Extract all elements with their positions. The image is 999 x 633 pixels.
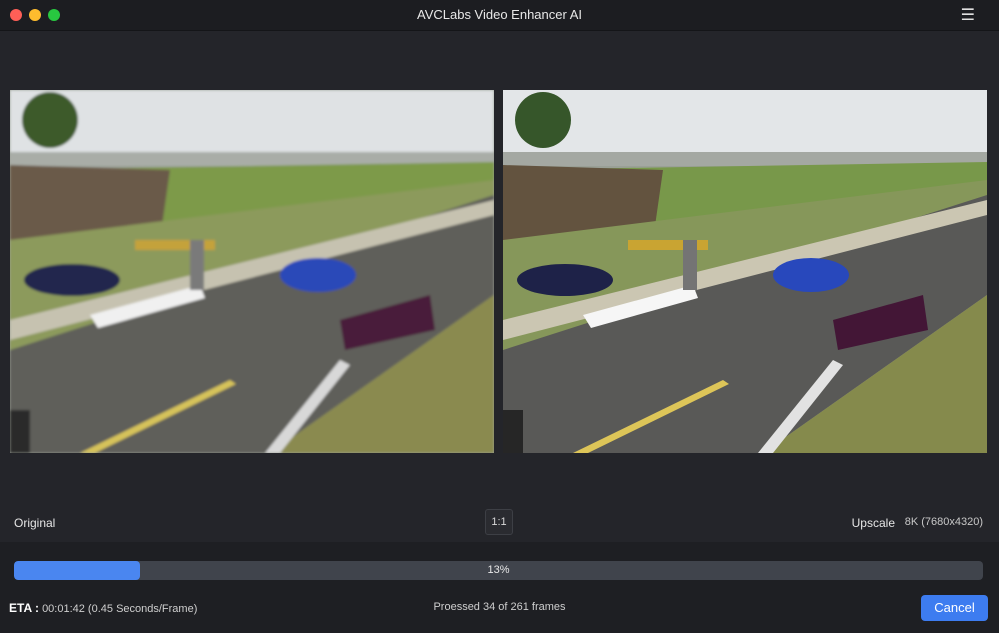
app-window: AVCLabs Video Enhancer AI ☰ Original 1:1… <box>0 0 999 633</box>
upscaled-preview <box>503 90 987 453</box>
preview-area: Original 1:1 Upscale 8K (7680x4320) <box>0 31 999 541</box>
original-frame-image <box>10 90 494 453</box>
progress-bar: 13% <box>14 561 983 580</box>
upscale-label: Upscale <box>851 516 895 530</box>
cancel-button[interactable]: Cancel <box>921 595 988 621</box>
hamburger-menu-icon[interactable]: ☰ <box>961 5 975 25</box>
window-title: AVCLabs Video Enhancer AI <box>416 7 583 22</box>
processed-frames-text: Proessed 34 of 261 frames <box>433 601 566 613</box>
title-bar: AVCLabs Video Enhancer AI ☰ <box>0 0 999 31</box>
original-label: Original <box>14 516 56 530</box>
zoom-1-1-button[interactable]: 1:1 <box>485 509 513 535</box>
upscaled-frame-image <box>503 90 987 453</box>
original-preview <box>10 90 494 453</box>
progress-percent: 13% <box>487 564 510 576</box>
progress-panel: 13% ETA : 00:01:42 (0.45 Seconds/Frame) … <box>0 542 999 633</box>
output-resolution: 8K (7680x4320) <box>904 516 983 528</box>
